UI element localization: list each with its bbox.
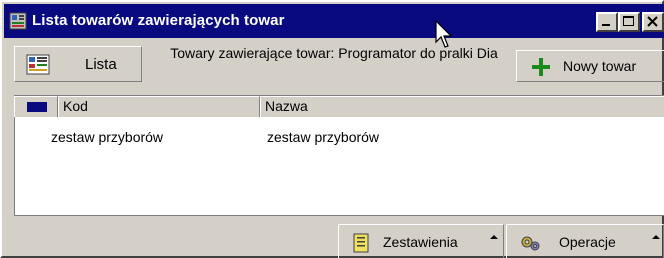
grid-body: zestaw przyborów zestaw przyborów <box>14 117 664 216</box>
list-button-label: Lista <box>85 56 117 73</box>
title-bar[interactable]: Lista towarów zawierających towar <box>4 4 664 38</box>
caret-up-icon <box>651 229 661 239</box>
main-window: Lista towarów zawierających towar Lista … <box>0 0 664 258</box>
minimize-button[interactable] <box>596 12 618 32</box>
toolbar: Lista Towary zawierające towar: Programa… <box>4 38 664 94</box>
column-header-kod[interactable]: Kod <box>58 96 260 118</box>
window-title: Lista towarów zawierających towar <box>32 12 285 29</box>
list-button[interactable]: Lista <box>14 46 142 82</box>
selection-indicator <box>27 102 47 112</box>
operations-button-label: Operacje <box>559 234 616 250</box>
close-icon <box>647 16 658 27</box>
context-caption: Towary zawierające towar: Programator do… <box>170 45 498 61</box>
cell-kod: zestaw przyborów <box>51 129 164 145</box>
report-icon <box>351 233 371 253</box>
reports-button-label: Zestawienia <box>383 234 458 250</box>
new-item-button[interactable]: Nowy towar <box>516 50 664 82</box>
table-row[interactable]: zestaw przyborów zestaw przyborów <box>15 129 664 149</box>
new-item-button-label: Nowy towar <box>563 58 637 74</box>
row-selector-header[interactable] <box>14 96 58 118</box>
grid-header: Kod Nazwa <box>14 95 664 118</box>
list-icon <box>25 52 51 76</box>
maximize-button[interactable] <box>618 12 640 32</box>
plus-icon <box>531 57 551 77</box>
maximize-icon <box>623 16 634 26</box>
reports-button[interactable]: Zestawienia <box>338 224 504 258</box>
close-button[interactable] <box>642 12 664 32</box>
bottom-bar: Zestawienia Operacje <box>4 218 664 258</box>
app-icon <box>9 12 27 30</box>
operations-button[interactable]: Operacje <box>506 224 664 258</box>
column-header-nazwa[interactable]: Nazwa <box>260 96 664 118</box>
cell-nazwa: zestaw przyborów <box>267 129 380 145</box>
minimize-icon <box>602 24 610 26</box>
gears-icon <box>519 233 540 253</box>
caret-up-icon <box>489 229 499 239</box>
